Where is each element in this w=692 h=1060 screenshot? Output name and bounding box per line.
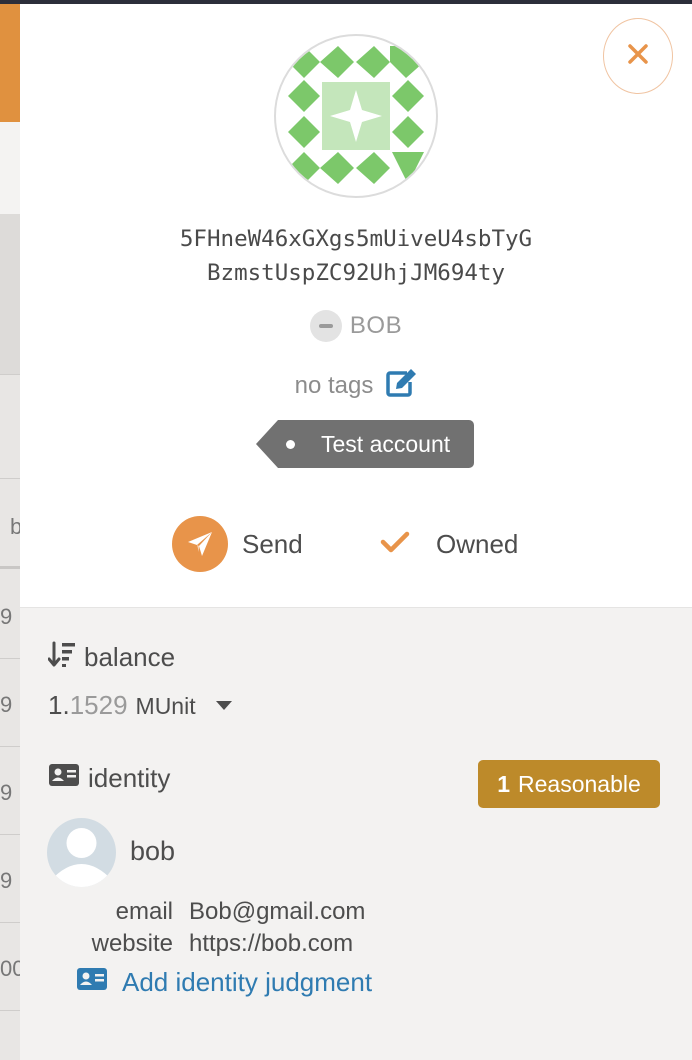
- background-text: 9: [0, 780, 13, 805]
- owned-label: Owned: [436, 528, 519, 559]
- balance-int: 1.: [48, 690, 70, 720]
- account-actions: Send Owned: [20, 516, 692, 572]
- tag-dot-icon: [286, 439, 295, 449]
- paper-plane-icon: [172, 516, 228, 572]
- balance-title: balance: [47, 640, 175, 675]
- balance-unit: MUnit: [135, 693, 196, 719]
- balance-value: 1. 1529 MUnit: [48, 690, 232, 721]
- address-line-2: BzmstUspZC92UhjJM694ty: [206, 260, 505, 286]
- send-button[interactable]: Send: [172, 516, 303, 572]
- account-tag-label: Test account: [256, 420, 475, 468]
- send-label: Send: [242, 528, 303, 559]
- check-icon: [380, 530, 410, 559]
- judgement-label: Reasonable: [518, 770, 641, 797]
- close-icon: [627, 43, 649, 70]
- identity-title: identity: [48, 762, 170, 795]
- tag-label-text: Test account: [321, 430, 451, 457]
- identity-info: email Bob@gmail.com website https://bob.…: [50, 896, 366, 960]
- background-header: [0, 4, 20, 122]
- account-header: 5FHneW46xGXgs5mUiveU4sbTyG BzmstUspZC92U…: [20, 4, 692, 608]
- background-text: 9: [0, 604, 13, 629]
- account-name-row: BOB: [20, 310, 692, 342]
- avatar: [47, 818, 116, 887]
- judgement-count: 1: [497, 770, 511, 797]
- background-text: 00: [0, 956, 20, 981]
- website-value: https://bob.com: [189, 930, 354, 957]
- account-address[interactable]: 5FHneW46xGXgs5mUiveU4sbTyG BzmstUspZC92U…: [20, 222, 692, 290]
- judgement-badge: 1 Reasonable: [478, 760, 660, 808]
- edit-icon[interactable]: [385, 368, 417, 403]
- website-key: website: [91, 930, 173, 957]
- identity-email-row: email Bob@gmail.com: [50, 896, 366, 928]
- address-line-1: 5FHneW46xGXgs5mUiveU4sbTyG: [179, 226, 533, 252]
- balance-decimals: 1529: [69, 690, 128, 720]
- account-status-icon: [309, 310, 342, 342]
- add-identity-judgment-link[interactable]: Add identity judgment: [76, 966, 372, 999]
- background-text: 9: [0, 692, 13, 717]
- email-key: email: [115, 898, 173, 925]
- identity-website-row: website https://bob.com: [50, 928, 365, 960]
- id-card-icon: [76, 966, 108, 999]
- tags-row: no tags: [20, 368, 692, 403]
- email-value: Bob@gmail.com: [189, 898, 366, 925]
- id-card-icon: [48, 762, 80, 795]
- account-sidebar: 5FHneW46xGXgs5mUiveU4sbTyG BzmstUspZC92U…: [20, 4, 692, 1060]
- account-identicon[interactable]: [274, 34, 438, 198]
- identity-display-name: bob: [130, 836, 176, 866]
- background-app: b 9 9 9 9 00: [0, 0, 20, 1060]
- sort-amount-icon: [47, 640, 76, 675]
- background-text: 9: [0, 868, 13, 893]
- balance-dropdown-icon[interactable]: [215, 701, 232, 710]
- close-button[interactable]: [603, 18, 673, 94]
- owned-status: Owned: [380, 516, 518, 572]
- account-name: BOB: [349, 312, 403, 339]
- background-text: b: [10, 514, 20, 539]
- tags-text: no tags: [294, 371, 374, 399]
